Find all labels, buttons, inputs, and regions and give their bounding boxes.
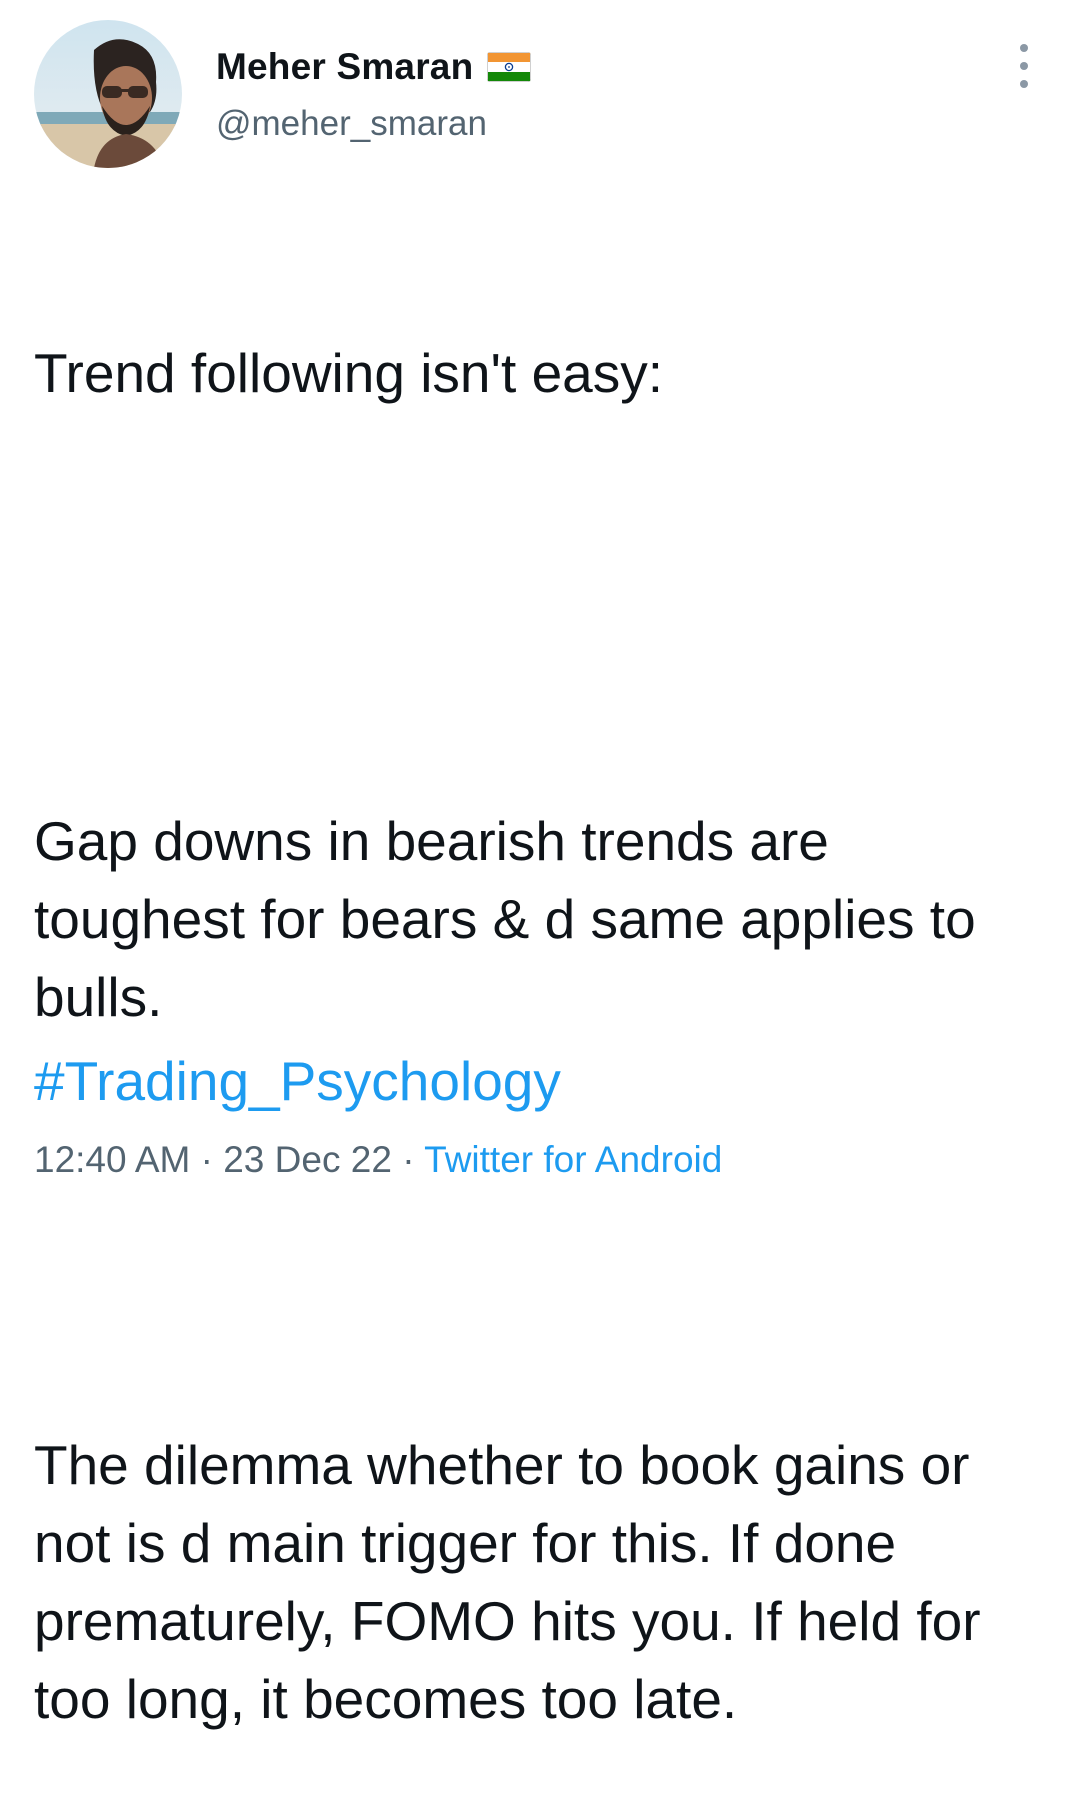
- author-name-row: Meher Smaran: [216, 44, 532, 90]
- tweet-source-link[interactable]: Twitter for Android: [424, 1139, 722, 1180]
- tweet-paragraph: The dilemma whether to book gains or not…: [34, 1434, 996, 1730]
- tweet-date[interactable]: 23 Dec 22: [223, 1139, 392, 1180]
- meta-separator: ·: [402, 1139, 415, 1180]
- avatar[interactable]: [34, 20, 182, 168]
- tweet-meta: 12:40 AM · 23 Dec 22 · Twitter for Andro…: [34, 1136, 722, 1184]
- hashtag-link[interactable]: #Trading_Psychology: [34, 1042, 561, 1120]
- more-dot: [1020, 80, 1028, 88]
- india-flag-icon: [487, 52, 532, 82]
- tweet-time[interactable]: 12:40 AM: [34, 1139, 190, 1180]
- more-dot: [1020, 62, 1028, 70]
- tweet-paragraph: Trend following isn't easy:: [34, 342, 664, 404]
- tweet-text: Trend following isn't easy: Gap downs in…: [34, 178, 1054, 1816]
- more-dot: [1020, 44, 1028, 52]
- author-handle[interactable]: @meher_smaran: [216, 104, 487, 144]
- more-vertical-icon[interactable]: [1008, 44, 1040, 88]
- avatar-photo: [34, 20, 182, 168]
- display-name[interactable]: Meher Smaran: [216, 46, 473, 88]
- tweet-paragraph: Gap downs in bearish trends are toughest…: [34, 810, 991, 1028]
- meta-separator: ·: [200, 1139, 213, 1180]
